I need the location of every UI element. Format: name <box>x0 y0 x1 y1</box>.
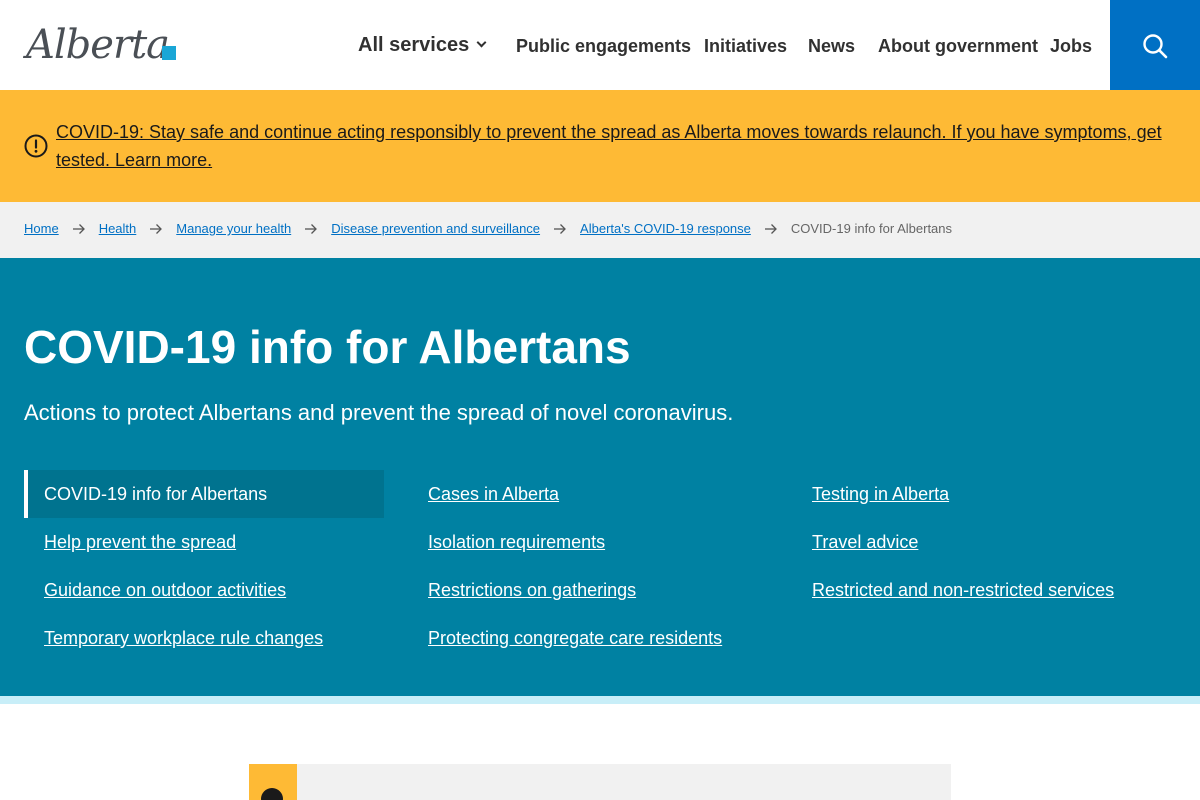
nav-public-engagements[interactable]: Public engagements <box>516 36 691 57</box>
logo-mark-icon <box>162 46 176 60</box>
hero-bottom-band <box>0 696 1200 704</box>
breadcrumb-manage-your-health[interactable]: Manage your health <box>176 221 291 236</box>
nav-about-government[interactable]: About government <box>878 36 1038 57</box>
arrow-right-icon <box>553 223 567 235</box>
section-link-outdoor-activities[interactable]: Guidance on outdoor activities <box>44 566 286 614</box>
section-link-workplace-rules[interactable]: Temporary workplace rule changes <box>44 614 323 662</box>
arrow-right-icon <box>72 223 86 235</box>
covid-alert-banner: COVID-19: Stay safe and continue acting … <box>0 90 1200 202</box>
section-link-cases[interactable]: Cases in Alberta <box>428 470 559 518</box>
arrow-right-icon <box>149 223 163 235</box>
breadcrumb-health[interactable]: Health <box>99 221 137 236</box>
chevron-down-icon <box>476 37 487 48</box>
content-card <box>249 764 951 800</box>
nav-all-services-label: All services <box>358 34 470 56</box>
section-link-travel[interactable]: Travel advice <box>812 518 918 566</box>
section-link-testing[interactable]: Testing in Alberta <box>812 470 949 518</box>
search-button[interactable] <box>1110 0 1200 90</box>
section-link-help-prevent[interactable]: Help prevent the spread <box>44 518 236 566</box>
alert-link[interactable]: COVID-19: Stay safe and continue acting … <box>56 122 1162 170</box>
section-link-covid-info[interactable]: COVID-19 info for Albertans <box>24 470 384 518</box>
breadcrumb: Home Health Manage your health Disease p… <box>0 202 1200 258</box>
arrow-right-icon <box>304 223 318 235</box>
section-links: COVID-19 info for Albertans Help prevent… <box>24 470 1176 662</box>
alert-message: COVID-19: Stay safe and continue acting … <box>56 118 1166 174</box>
card-icon <box>261 788 283 800</box>
section-link-restricted-services[interactable]: Restricted and non-restricted services <box>812 566 1114 614</box>
breadcrumb-current: COVID-19 info for Albertans <box>790 221 953 236</box>
nav-initiatives[interactable]: Initiatives <box>704 36 787 57</box>
alert-circle-icon <box>24 134 48 158</box>
site-header: Alberta All services Public engagements … <box>0 0 1200 90</box>
section-link-congregate-care[interactable]: Protecting congregate care residents <box>428 614 722 662</box>
breadcrumb-disease-prevention[interactable]: Disease prevention and surveillance <box>331 221 540 236</box>
section-link-isolation[interactable]: Isolation requirements <box>428 518 605 566</box>
arrow-right-icon <box>764 223 778 235</box>
search-icon <box>1143 34 1168 59</box>
page-title: COVID-19 info for Albertans <box>24 321 631 373</box>
nav-news[interactable]: News <box>808 36 855 57</box>
section-link-gatherings[interactable]: Restrictions on gatherings <box>428 566 636 614</box>
breadcrumb-home[interactable]: Home <box>24 221 59 236</box>
card-accent <box>249 764 297 800</box>
breadcrumb-trail: Home Health Manage your health Disease p… <box>24 221 952 236</box>
page-subtitle: Actions to protect Albertans and prevent… <box>24 400 734 425</box>
nav-jobs[interactable]: Jobs <box>1050 36 1092 57</box>
logo-wordmark: Alberta <box>26 22 170 68</box>
hero-section: COVID-19 info for Albertans Actions to p… <box>0 258 1200 696</box>
alberta-logo[interactable]: Alberta <box>26 20 178 70</box>
breadcrumb-covid-response[interactable]: Alberta's COVID-19 response <box>580 221 751 236</box>
nav-all-services[interactable]: All services <box>358 34 487 57</box>
